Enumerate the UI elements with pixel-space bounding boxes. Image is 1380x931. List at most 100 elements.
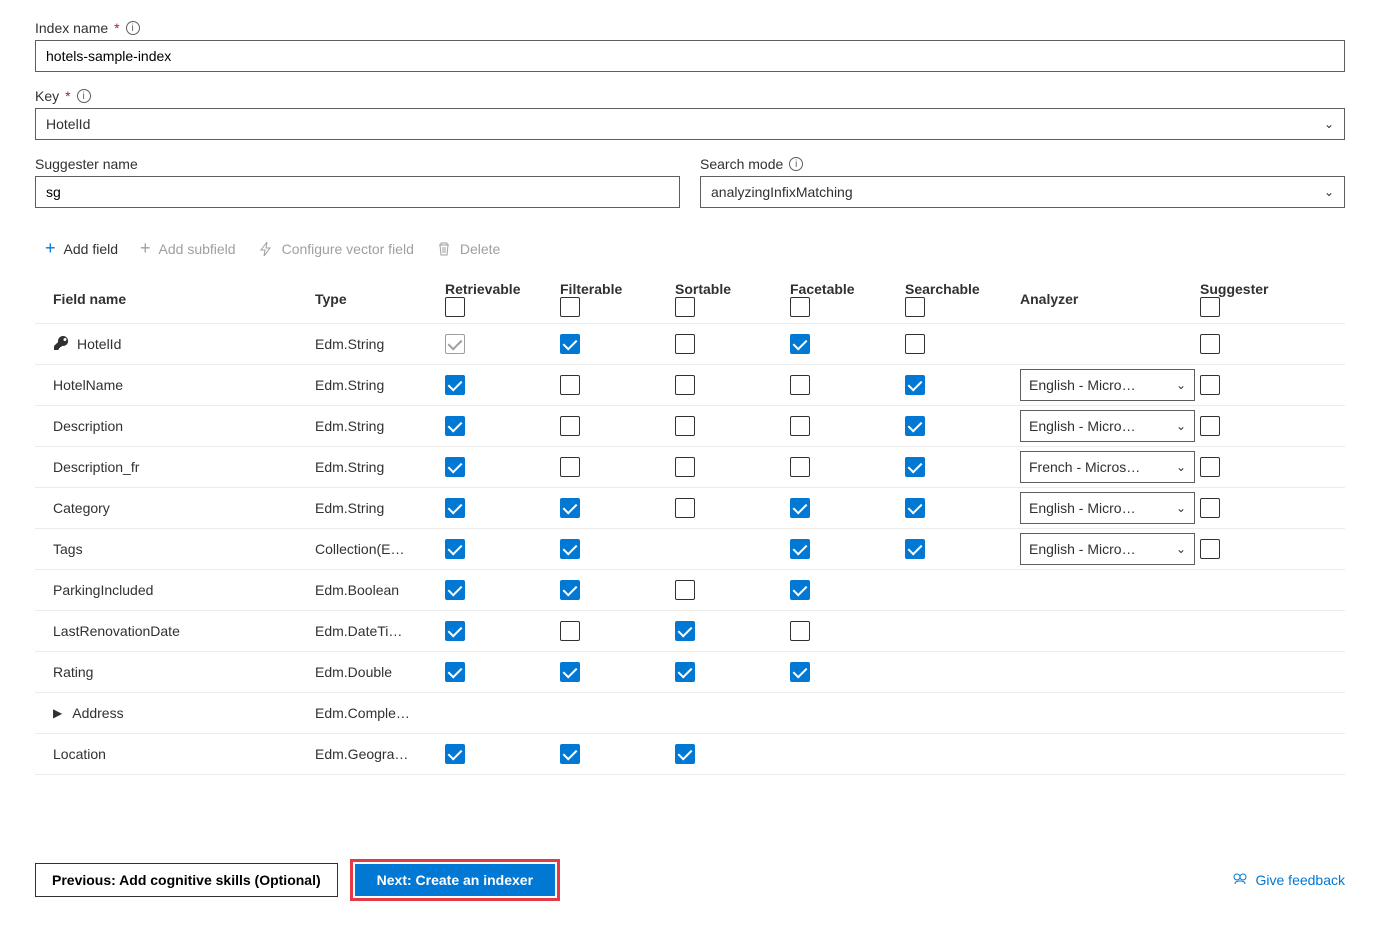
field-type: Edm.String (315, 377, 430, 393)
checkbox[interactable] (905, 416, 925, 436)
previous-button[interactable]: Previous: Add cognitive skills (Optional… (35, 863, 338, 897)
checkbox[interactable] (445, 375, 465, 395)
checkbox[interactable] (790, 498, 810, 518)
checkbox[interactable] (445, 662, 465, 682)
checkbox[interactable] (675, 744, 695, 764)
filterable-all-checkbox[interactable] (560, 297, 580, 317)
add-field-button[interactable]: + Add field (45, 238, 118, 259)
field-name-cell[interactable]: ▶Address (35, 705, 315, 721)
analyzer-select[interactable]: French - Micros…⌄ (1020, 451, 1195, 483)
checkbox[interactable] (445, 580, 465, 600)
checkbox[interactable] (905, 334, 925, 354)
field-name-cell[interactable]: LastRenovationDate (35, 623, 315, 639)
checkbox[interactable] (790, 457, 810, 477)
suggester-name-label: Suggester name (35, 156, 138, 172)
checkbox[interactable] (1200, 539, 1220, 559)
search-mode-select[interactable]: analyzingInfixMatching ⌄ (700, 176, 1345, 208)
checkbox[interactable] (905, 498, 925, 518)
checkbox[interactable] (675, 580, 695, 600)
checkbox[interactable] (560, 416, 580, 436)
checkbox[interactable] (445, 416, 465, 436)
checkbox[interactable] (905, 375, 925, 395)
checkbox[interactable] (790, 662, 810, 682)
header-retrievable: Retrievable (445, 281, 520, 297)
checkbox[interactable] (560, 539, 580, 559)
suggester-name-input[interactable] (35, 176, 680, 208)
header-searchable: Searchable (905, 281, 980, 297)
searchable-all-checkbox[interactable] (905, 297, 925, 317)
field-name-cell[interactable]: Category (35, 500, 315, 516)
field-type: Edm.String (315, 500, 430, 516)
facetable-all-checkbox[interactable] (790, 297, 810, 317)
info-icon[interactable]: i (789, 157, 803, 171)
field-name-cell[interactable]: ParkingIncluded (35, 582, 315, 598)
checkbox[interactable] (1200, 334, 1220, 354)
info-icon[interactable]: i (77, 89, 91, 103)
checkbox[interactable] (1200, 375, 1220, 395)
checkbox[interactable] (675, 375, 695, 395)
checkbox[interactable] (445, 539, 465, 559)
checkbox[interactable] (1200, 416, 1220, 436)
expand-caret-icon[interactable]: ▶ (53, 706, 62, 720)
field-name-cell[interactable]: Description_fr (35, 459, 315, 475)
index-name-label: Index name (35, 20, 108, 36)
chevron-down-icon: ⌄ (1324, 117, 1334, 131)
field-name-text: Location (53, 746, 106, 762)
index-name-input[interactable] (35, 40, 1345, 72)
field-name-cell[interactable]: Location (35, 746, 315, 762)
give-feedback-link[interactable]: Give feedback (1232, 872, 1346, 888)
checkbox[interactable] (445, 621, 465, 641)
checkbox[interactable] (445, 498, 465, 518)
field-name-text: Description (53, 418, 123, 434)
checkbox[interactable] (675, 334, 695, 354)
checkbox[interactable] (560, 621, 580, 641)
checkbox[interactable] (790, 621, 810, 641)
field-type: Edm.String (315, 418, 430, 434)
suggester-all-checkbox[interactable] (1200, 297, 1220, 317)
checkbox[interactable] (1200, 457, 1220, 477)
checkbox[interactable] (560, 457, 580, 477)
field-name-cell[interactable]: HotelName (35, 377, 315, 393)
checkbox[interactable] (560, 498, 580, 518)
checkbox[interactable] (790, 334, 810, 354)
checkbox[interactable] (560, 580, 580, 600)
checkbox[interactable] (445, 457, 465, 477)
checkbox[interactable] (905, 457, 925, 477)
analyzer-select[interactable]: English - Micro…⌄ (1020, 410, 1195, 442)
checkbox[interactable] (675, 416, 695, 436)
analyzer-select[interactable]: English - Micro…⌄ (1020, 533, 1195, 565)
key-select[interactable]: HotelId ⌄ (35, 108, 1345, 140)
next-button[interactable]: Next: Create an indexer (355, 864, 555, 896)
field-name-text: HotelName (53, 377, 123, 393)
checkbox[interactable] (790, 375, 810, 395)
analyzer-select[interactable]: English - Micro…⌄ (1020, 492, 1195, 524)
field-name-cell[interactable]: HotelId (35, 335, 315, 354)
analyzer-select[interactable]: English - Micro…⌄ (1020, 369, 1195, 401)
checkbox[interactable] (560, 744, 580, 764)
field-name-cell[interactable]: Description (35, 418, 315, 434)
checkbox[interactable] (675, 662, 695, 682)
checkbox[interactable] (675, 621, 695, 641)
table-row: HotelIdEdm.String (35, 324, 1345, 365)
checkbox[interactable] (560, 662, 580, 682)
info-icon[interactable]: i (126, 21, 140, 35)
checkbox[interactable] (560, 334, 580, 354)
checkbox[interactable] (445, 744, 465, 764)
checkbox[interactable] (560, 375, 580, 395)
checkbox[interactable] (790, 580, 810, 600)
sortable-all-checkbox[interactable] (675, 297, 695, 317)
field-name-cell[interactable]: Tags (35, 541, 315, 557)
checkbox[interactable] (1200, 498, 1220, 518)
checkbox[interactable] (675, 457, 695, 477)
retrievable-all-checkbox[interactable] (445, 297, 465, 317)
header-facetable: Facetable (790, 281, 855, 297)
key-label: Key (35, 88, 59, 104)
field-name-text: Rating (53, 664, 93, 680)
checkbox[interactable] (675, 498, 695, 518)
field-name-cell[interactable]: Rating (35, 664, 315, 680)
checkbox[interactable] (905, 539, 925, 559)
checkbox[interactable] (790, 539, 810, 559)
checkbox[interactable] (790, 416, 810, 436)
field-type: Edm.DateTi… (315, 623, 430, 639)
add-field-label: Add field (64, 241, 118, 257)
